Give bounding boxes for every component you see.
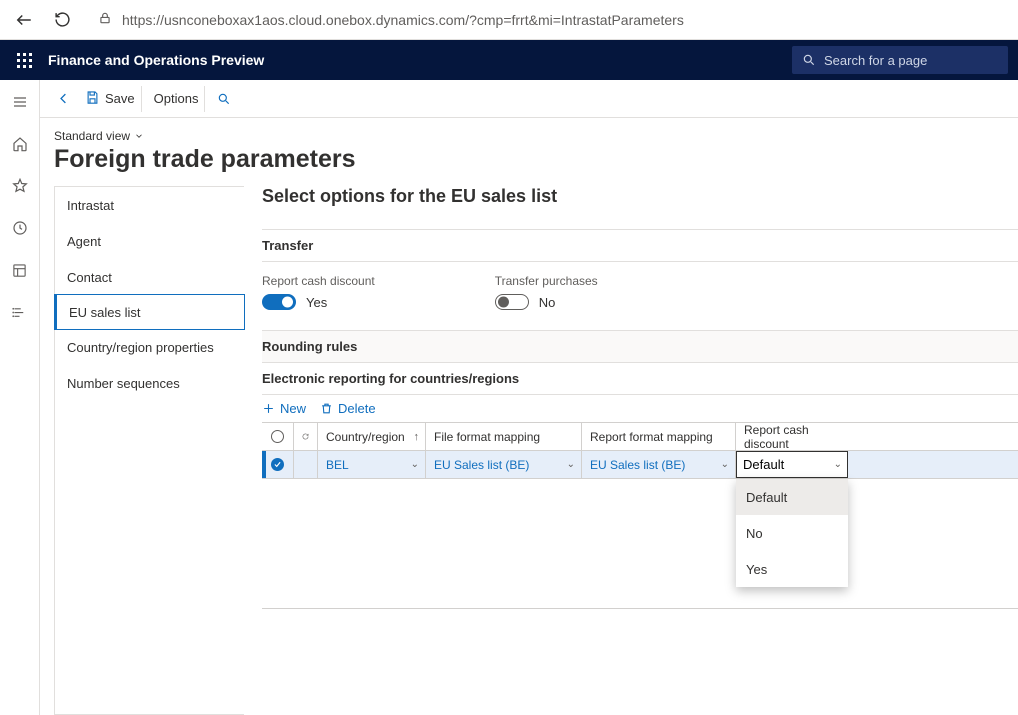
section-electronic-reporting[interactable]: Electronic reporting for countries/regio… (262, 363, 1018, 395)
global-search[interactable]: Search for a page (792, 46, 1008, 74)
browser-chrome: https://usnconeboxax1aos.cloud.onebox.dy… (0, 0, 1018, 40)
browser-url-text: https://usnconeboxax1aos.cloud.onebox.dy… (122, 12, 684, 28)
transfer-purchases-label: Transfer purchases (495, 274, 598, 288)
home-icon[interactable] (6, 130, 34, 158)
tab-eu-sales-list[interactable]: EU sales list (54, 294, 245, 330)
col-report-format-mapping[interactable]: Report format mapping (582, 423, 736, 450)
options-label: Options (154, 91, 199, 106)
report-cash-discount-label: Report cash discount (262, 274, 375, 288)
dropdown-option-no[interactable]: No (736, 515, 848, 551)
transfer-purchases-value: No (539, 295, 556, 310)
command-bar: Save Options (40, 80, 1018, 118)
chevron-down-icon: ⌄ (411, 459, 419, 470)
app-header: Finance and Operations Preview Search fo… (0, 40, 1018, 80)
options-button[interactable]: Options (148, 86, 206, 112)
report-cash-discount-value: Yes (306, 295, 327, 310)
tab-contact[interactable]: Contact (55, 259, 244, 295)
back-button[interactable] (50, 86, 73, 112)
grid-toolbar: New Delete (262, 395, 1018, 422)
dropdown-option-default[interactable]: Default (736, 479, 848, 515)
tab-country-region-properties[interactable]: Country/region properties (55, 329, 244, 365)
left-tabs: Intrastat Agent Contact EU sales list Co… (54, 186, 244, 715)
delete-button[interactable]: Delete (320, 401, 376, 416)
panel-title: Select options for the EU sales list (262, 186, 1018, 207)
chevron-down-icon: ⌄ (721, 459, 729, 470)
grid-header: Country/region ↑ File format mapping Rep… (262, 423, 1018, 451)
tab-intrastat[interactable]: Intrastat (55, 187, 244, 223)
discount-input[interactable] (736, 451, 848, 478)
recent-icon[interactable] (6, 214, 34, 242)
save-label: Save (105, 91, 135, 106)
grid-row[interactable]: BEL⌄ EU Sales list (BE)⌄ EU Sales list (… (262, 451, 1018, 479)
cmd-search-icon[interactable] (211, 86, 237, 112)
col-select[interactable] (262, 423, 294, 450)
save-icon (85, 90, 100, 108)
page-title: Foreign trade parameters (54, 145, 1004, 174)
detail-panel: Select options for the EU sales list Tra… (244, 186, 1018, 715)
view-selector[interactable]: Standard view (54, 129, 144, 143)
browser-address-bar[interactable]: https://usnconeboxax1aos.cloud.onebox.dy… (88, 11, 1010, 28)
hamburger-icon[interactable] (6, 88, 34, 116)
cell-report-format[interactable]: EU Sales list (BE)⌄ (582, 451, 736, 478)
sort-asc-icon: ↑ (414, 431, 420, 443)
app-title: Finance and Operations Preview (48, 52, 792, 68)
workspaces-icon[interactable] (6, 256, 34, 284)
page-header: Standard view Foreign trade parameters (40, 118, 1018, 174)
cell-country[interactable]: BEL⌄ (318, 451, 426, 478)
view-label: Standard view (54, 129, 130, 143)
cell-file-format[interactable]: EU Sales list (BE)⌄ (426, 451, 582, 478)
plus-icon (262, 402, 275, 415)
col-file-format-mapping[interactable]: File format mapping (426, 423, 582, 450)
new-button[interactable]: New (262, 401, 306, 416)
delete-label: Delete (338, 401, 376, 416)
transfer-purchases-toggle[interactable] (495, 294, 529, 310)
section-transfer[interactable]: Transfer (262, 229, 1018, 262)
section-rounding-rules[interactable]: Rounding rules (262, 330, 1018, 363)
chevron-down-icon (134, 131, 144, 141)
browser-back-button[interactable] (8, 6, 36, 34)
app-launcher-icon[interactable] (10, 46, 38, 74)
col-report-cash-discount[interactable]: Report cash discount (736, 423, 848, 450)
modules-icon[interactable] (6, 298, 34, 326)
row-spacer (294, 451, 318, 478)
col-refresh[interactable] (294, 423, 318, 450)
refresh-icon (302, 430, 309, 443)
search-placeholder: Search for a page (824, 53, 927, 68)
grid-body-blank (262, 479, 1018, 609)
check-icon (271, 458, 284, 471)
er-grid: Country/region ↑ File format mapping Rep… (262, 422, 1018, 609)
nav-rail (0, 80, 40, 715)
cell-report-cash-discount[interactable]: ⌄ Default No Yes (736, 451, 848, 478)
lock-icon (98, 11, 112, 28)
discount-dropdown: Default No Yes (736, 479, 848, 587)
trash-icon (320, 402, 333, 415)
report-cash-discount-toggle[interactable] (262, 294, 296, 310)
save-button[interactable]: Save (79, 86, 142, 112)
col-country-region[interactable]: Country/region ↑ (318, 423, 426, 450)
search-icon (802, 53, 816, 67)
tab-number-sequences[interactable]: Number sequences (55, 365, 244, 401)
chevron-down-icon: ⌄ (567, 459, 575, 470)
browser-refresh-button[interactable] (48, 6, 76, 34)
favorites-icon[interactable] (6, 172, 34, 200)
tab-agent[interactable]: Agent (55, 223, 244, 259)
row-select[interactable] (262, 451, 294, 478)
dropdown-option-yes[interactable]: Yes (736, 551, 848, 587)
new-label: New (280, 401, 306, 416)
